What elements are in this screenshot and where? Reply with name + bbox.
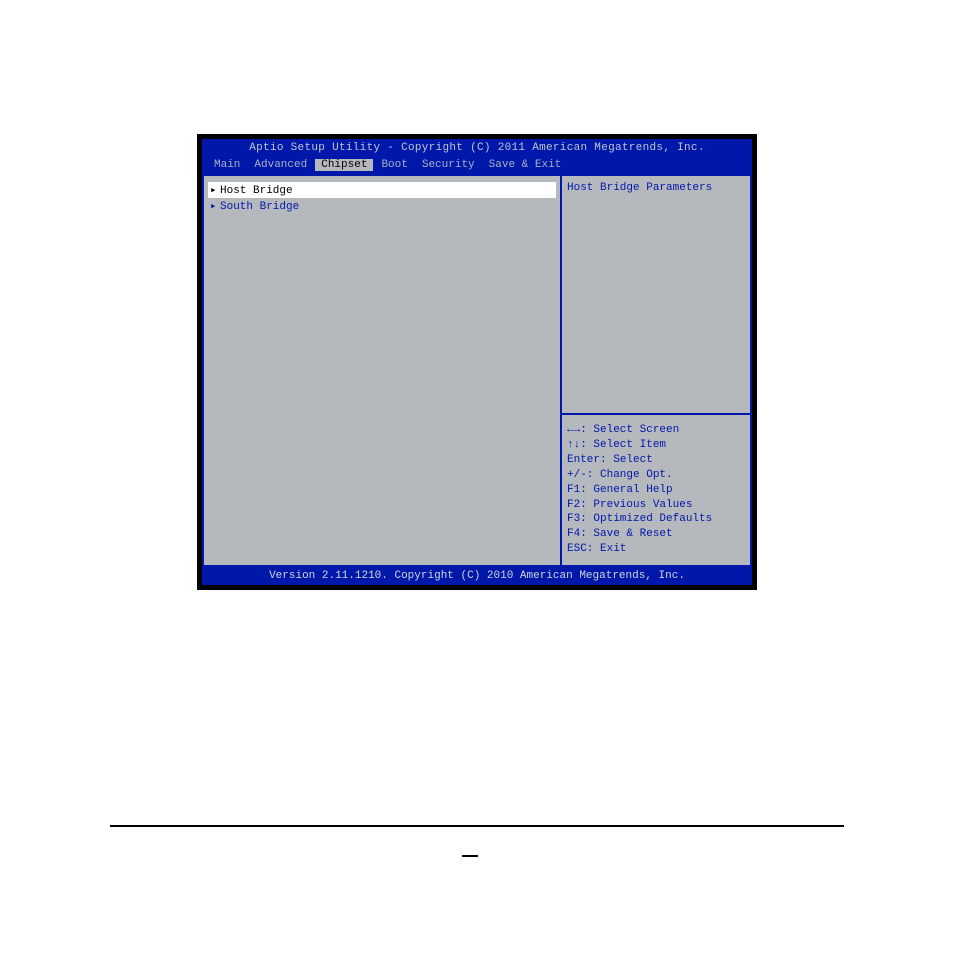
- bios-window: Aptio Setup Utility - Copyright (C) 2011…: [197, 134, 757, 590]
- bios-inner: Aptio Setup Utility - Copyright (C) 2011…: [202, 139, 752, 585]
- keyhelp-line: +/-: Change Opt.: [567, 468, 745, 483]
- tab-boot[interactable]: Boot: [375, 159, 413, 171]
- menu-panel: ▸Host Bridge ▸South Bridge: [204, 174, 560, 567]
- header-title: Aptio Setup Utility - Copyright (C) 2011…: [202, 139, 752, 157]
- keyhelp-line: ↑↓: Select Item: [567, 438, 745, 453]
- tab-chipset[interactable]: Chipset: [315, 159, 373, 171]
- tab-save-exit[interactable]: Save & Exit: [483, 159, 568, 171]
- tabs-bar: Main Advanced Chipset Boot Security Save…: [202, 157, 752, 174]
- menu-item-south-bridge[interactable]: ▸South Bridge: [208, 198, 556, 214]
- triangle-right-icon: ▸: [210, 199, 220, 213]
- keyhelp-line: F1: General Help: [567, 483, 745, 498]
- tab-main[interactable]: Main: [208, 159, 246, 171]
- keyhelp-line: F4: Save & Reset: [567, 527, 745, 542]
- triangle-right-icon: ▸: [210, 183, 220, 197]
- footer-text: Version 2.11.1210. Copyright (C) 2010 Am…: [202, 567, 752, 585]
- keyhelp-line: Enter: Select: [567, 453, 745, 468]
- menu-item-label: South Bridge: [220, 201, 299, 213]
- tab-advanced[interactable]: Advanced: [248, 159, 313, 171]
- key-help: ←→: Select Screen ↑↓: Select Item Enter:…: [562, 413, 750, 565]
- help-panel: Host Bridge Parameters ←→: Select Screen…: [560, 174, 750, 567]
- page-dash: [462, 855, 478, 857]
- keyhelp-line: ESC: Exit: [567, 542, 745, 557]
- tab-security[interactable]: Security: [416, 159, 481, 171]
- page-divider: [110, 825, 844, 827]
- content-area: ▸Host Bridge ▸South Bridge Host Bridge P…: [202, 174, 752, 567]
- menu-item-label: Host Bridge: [220, 185, 293, 197]
- menu-item-host-bridge[interactable]: ▸Host Bridge: [208, 182, 556, 198]
- keyhelp-line: F2: Previous Values: [567, 498, 745, 513]
- help-description: Host Bridge Parameters: [562, 176, 750, 413]
- keyhelp-line: F3: Optimized Defaults: [567, 512, 745, 527]
- keyhelp-line: ←→: Select Screen: [567, 423, 745, 438]
